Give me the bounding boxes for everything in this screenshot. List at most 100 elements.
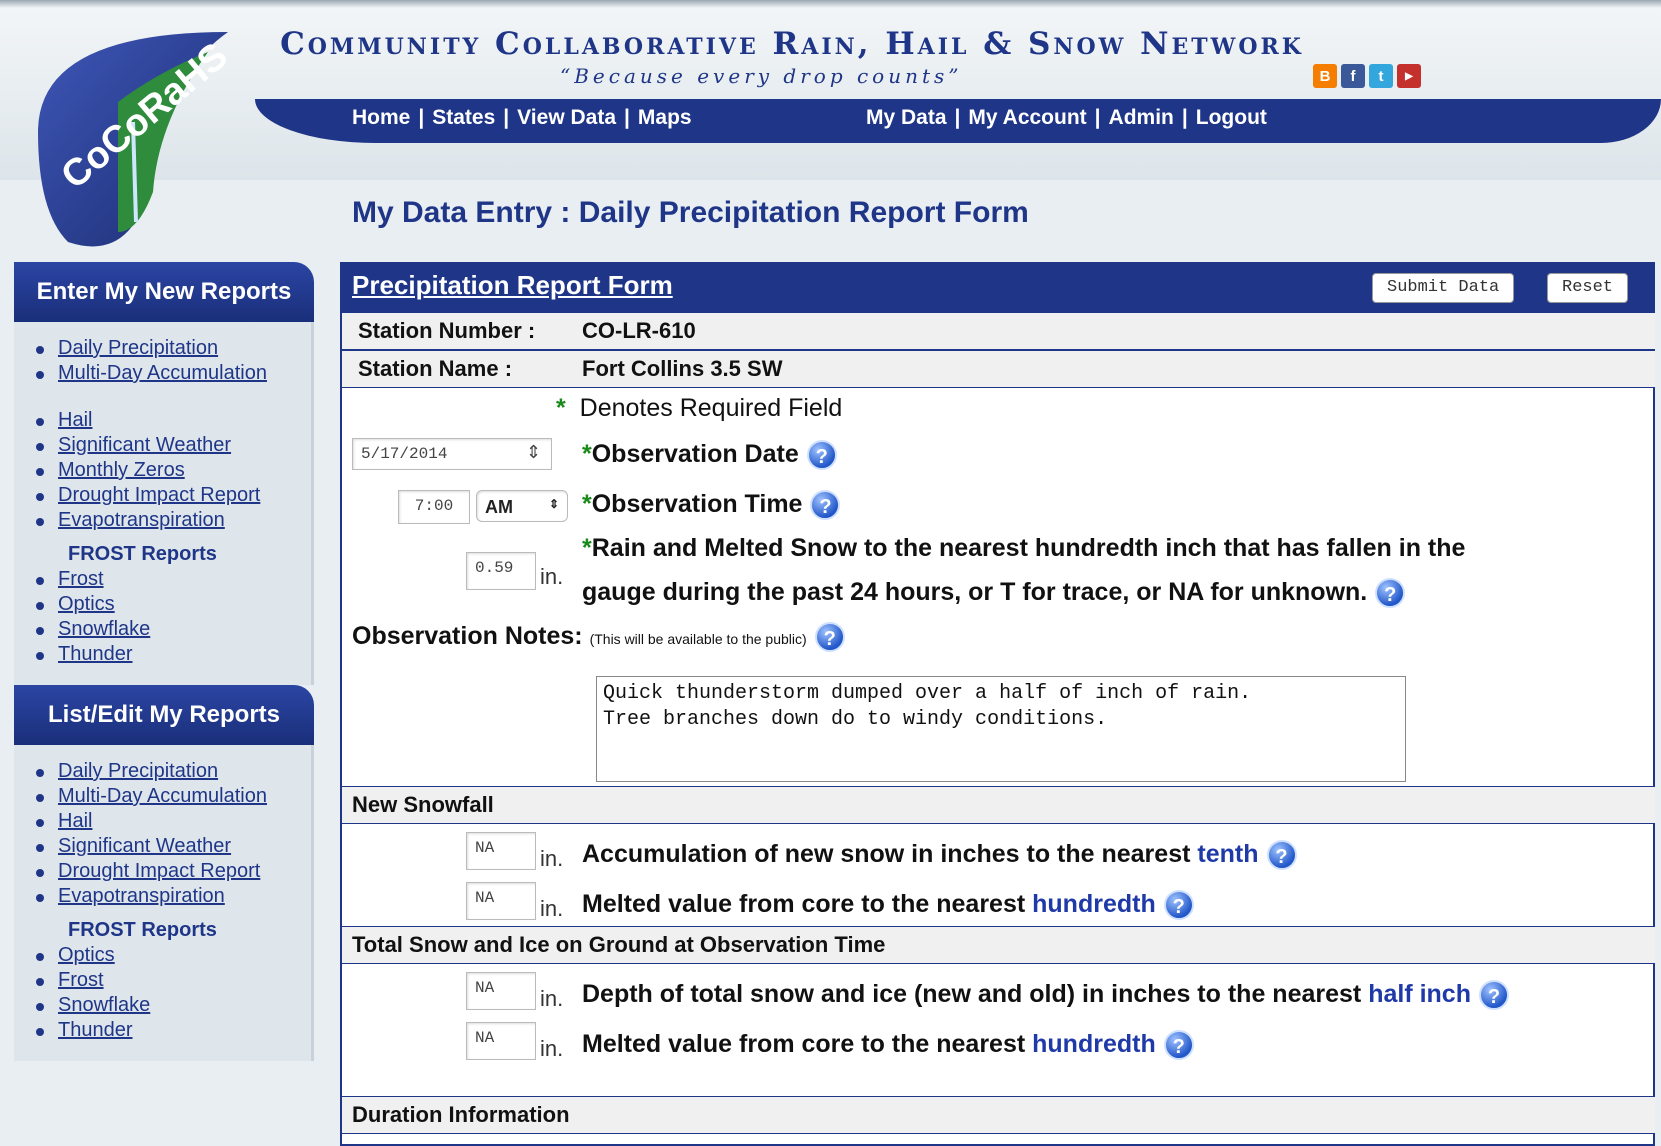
sidebar-item-hail[interactable]: Hail [28,809,311,834]
help-icon[interactable]: ? [806,440,837,470]
help-icon[interactable]: ? [1375,578,1406,608]
help-icon[interactable]: ? [1163,890,1194,920]
station-name-label: Station Name : [358,356,513,381]
help-icon[interactable]: ? [810,490,841,520]
sidebar-item-thunder[interactable]: Thunder [28,642,311,667]
new-snow-melted-unit: in. [540,896,564,921]
station-number-row: Station Number : CO-LR-610 [342,312,1655,350]
nav-left: Home | States | View Data | Maps [352,106,692,130]
station-number-value: CO-LR-610 [582,318,696,343]
nav-view-data[interactable]: View Data [517,106,616,130]
new-snowfall-header: New Snowfall [342,786,1655,824]
sidebar-edit-reports-header: List/Edit My Reports [14,685,314,745]
help-icon[interactable]: ? [814,622,845,652]
site-title: Community Collaborative Rain, Hail & Sno… [280,26,1304,62]
snow-depth-unit: in. [540,986,564,1011]
sidebar-item-drought-impact-report[interactable]: Drought Impact Report [28,859,311,884]
precipitation-label-line1: *Rain and Melted Snow to the nearest hun… [582,534,1466,562]
sidebar-item-evapotranspiration[interactable]: Evapotranspiration [28,884,311,909]
help-icon[interactable]: ? [1163,1030,1194,1060]
reset-button[interactable]: Reset [1547,273,1629,303]
sidebar: Enter My New Reports Daily Precipitation… [14,262,314,1061]
nav-maps[interactable]: Maps [638,106,692,130]
nav-separator: | [1181,106,1188,129]
sidebar-item-significant-weather[interactable]: Significant Weather [28,433,311,458]
social-links: B f t ▶ [1313,64,1421,88]
nav-states[interactable]: States [432,106,495,130]
facebook-icon[interactable]: f [1341,64,1365,88]
station-number-label: Station Number : [358,318,536,343]
precipitation-label-line2: gauge during the past 24 hours, or T for… [582,578,1406,608]
total-snow-melted-input[interactable]: NA [466,1022,536,1060]
required-star: * [556,394,566,422]
frost-reports-label: FROST Reports [68,543,217,565]
sidebar-item-thunder[interactable]: Thunder [28,1018,311,1043]
nav-home[interactable]: Home [352,106,410,130]
frost-reports-label: FROST Reports [68,919,217,941]
page-title: My Data Entry : Daily Precipitation Repo… [352,196,1029,229]
cocorahs-logo[interactable]: CoCoRaHS [8,12,263,262]
total-snow-melted-label: Melted value from core to the nearest hu… [582,1030,1194,1060]
nav-my-data[interactable]: My Data [866,106,947,130]
station-name-row: Station Name : Fort Collins 3.5 SW [342,350,1655,388]
new-snow-unit: in. [540,846,564,871]
sidebar-item-snowflake[interactable]: Snowflake [28,617,311,642]
observation-notes-label: Observation Notes: (This will be availab… [352,622,845,652]
sidebar-item-snowflake[interactable]: Snowflake [28,993,311,1018]
new-snow-input[interactable]: NA [466,832,536,870]
notes-hint: (This will be available to the public) [589,631,807,647]
submit-button[interactable]: Submit Data [1372,273,1515,303]
observation-date-label: *Observation Date? [582,440,837,470]
report-form-panel: Precipitation Report Form Submit Data Re… [340,262,1655,1146]
snow-depth-input[interactable]: NA [466,972,536,1010]
snow-depth-label: Depth of total snow and ice (new and old… [582,980,1509,1010]
help-icon[interactable]: ? [1479,980,1509,1010]
duration-header: Duration Information [342,1096,1655,1134]
youtube-icon[interactable]: ▶ [1397,64,1421,88]
new-snow-melted-label: Melted value from core to the nearest hu… [582,890,1194,920]
sidebar-item-optics[interactable]: Optics [28,592,311,617]
sidebar-edit-reports: Daily Precipitation Multi-Day Accumulati… [14,745,314,1061]
required-note: * Denotes Required Field [556,394,843,422]
nav-admin[interactable]: Admin [1109,106,1174,130]
sidebar-item-monthly-zeros[interactable]: Monthly Zeros [28,458,311,483]
nav-separator: | [418,106,425,129]
sidebar-item-drought-impact-report[interactable]: Drought Impact Report [28,483,311,508]
new-snow-melted-input[interactable]: NA [466,882,536,920]
sidebar-item-significant-weather[interactable]: Significant Weather [28,834,311,859]
observation-time-label: *Observation Time? [582,490,841,520]
sidebar-item-hail[interactable]: Hail [28,408,311,433]
sidebar-item-multi-day-accumulation[interactable]: Multi-Day Accumulation [28,361,311,386]
nav-my-account[interactable]: My Account [968,106,1086,130]
nav-separator: | [624,106,630,129]
sidebar-item-multi-day-accumulation[interactable]: Multi-Day Accumulation [28,784,311,809]
precipitation-input[interactable]: 0.59 [466,552,536,590]
observation-date-input[interactable]: 5/17/2014 [352,438,552,470]
sidebar-item-evapotranspiration[interactable]: Evapotranspiration [28,508,311,533]
nav-separator: | [503,106,510,129]
date-stepper-icon[interactable]: ⇕ [526,442,541,463]
sidebar-new-reports: Daily Precipitation Multi-Day Accumulati… [14,322,314,685]
observation-notes-textarea[interactable]: Quick thunderstorm dumped over a half of… [596,676,1406,782]
site-tagline: “Because every drop counts” [560,64,963,88]
observation-time-input[interactable]: 7:00 [398,490,470,524]
nav-separator: | [1094,106,1101,129]
ampm-select[interactable]: AM ⇕ [476,490,568,522]
select-arrows-icon: ⇕ [548,497,559,511]
help-icon[interactable]: ? [1266,840,1297,870]
sidebar-item-daily-precipitation[interactable]: Daily Precipitation [28,336,311,361]
header-shadow [0,0,1661,8]
blogger-icon[interactable]: B [1313,64,1337,88]
sidebar-new-reports-header: Enter My New Reports [14,262,314,322]
sidebar-item-optics[interactable]: Optics [28,943,311,968]
nav-logout[interactable]: Logout [1196,106,1267,130]
precipitation-unit: in. [540,564,564,589]
new-snow-label: Accumulation of new snow in inches to th… [582,840,1297,870]
twitter-icon[interactable]: t [1369,64,1393,88]
nav-right: My Data | My Account | Admin | Logout [866,106,1267,130]
sidebar-item-frost[interactable]: Frost [28,567,311,592]
total-snow-melted-unit: in. [540,1036,564,1061]
sidebar-item-frost[interactable]: Frost [28,968,311,993]
form-title[interactable]: Precipitation Report Form [352,270,673,301]
sidebar-item-daily-precipitation[interactable]: Daily Precipitation [28,759,311,784]
